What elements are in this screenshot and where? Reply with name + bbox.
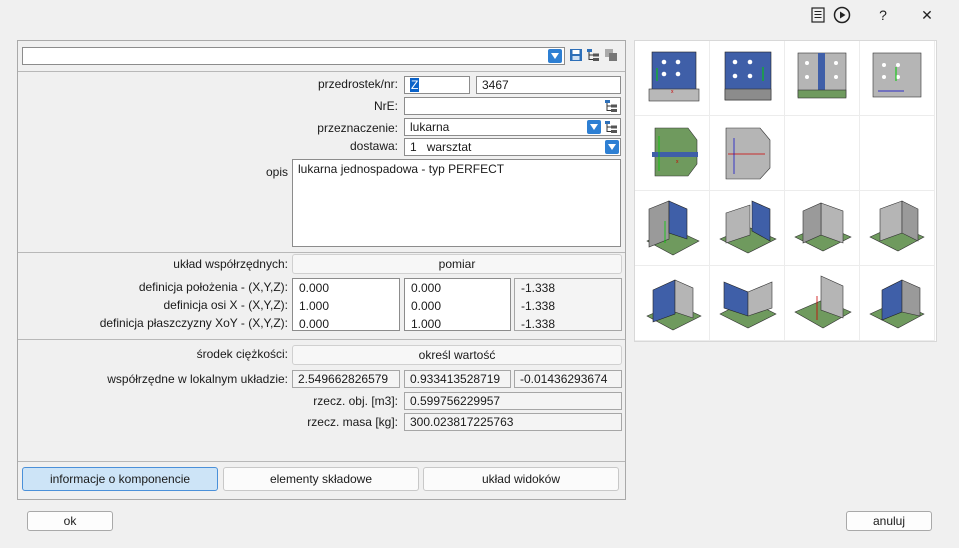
thumb-iso-view-3[interactable]: [785, 191, 860, 266]
local-coords-label: współrzędne w lokalnym układzie:: [107, 372, 288, 386]
volume-label: rzecz. obj. [m3]:: [313, 394, 398, 408]
weight-label: rzecz. masa [kg]:: [307, 415, 398, 429]
delivery-number: 1: [410, 140, 417, 154]
pos-z-value: -1.338: [521, 281, 556, 295]
purpose-tree-icon[interactable]: [604, 120, 618, 134]
thumb-top-view-2[interactable]: [710, 116, 785, 191]
plane-z-value: -1.338: [521, 317, 556, 331]
purpose-label: przeznaczenie:: [317, 121, 398, 135]
ok-button[interactable]: ok: [27, 511, 113, 531]
tree-structure-icon[interactable]: [586, 48, 600, 62]
pos-y-value: 0.000: [411, 281, 442, 295]
thumb-top-view-1[interactable]: x: [635, 116, 710, 191]
combo-dropdown-icon[interactable]: [548, 49, 562, 63]
volume-value: 0.599756229957: [404, 392, 622, 410]
local-x-value: 2.549662826579: [292, 370, 400, 388]
delivery-select[interactable]: 1 warsztat: [404, 138, 621, 156]
local-y-value: 0.933413528719: [404, 370, 511, 388]
local-z-value: -0.01436293674: [514, 370, 622, 388]
thumb-iso-view-4[interactable]: [860, 191, 935, 266]
tab-view-layout[interactable]: układ widoków: [423, 467, 619, 491]
nre-label: NrE:: [374, 99, 398, 113]
plane-x-value: 0.000: [299, 317, 330, 331]
description-textarea[interactable]: lukarna jednospadowa - typ PERFECT: [292, 159, 621, 247]
thumb-iso-view-7[interactable]: [785, 266, 860, 341]
prefix-label: przedrostek/nr:: [317, 77, 398, 91]
thumb-iso-view-8[interactable]: [860, 266, 935, 341]
delivery-value: warsztat: [426, 140, 472, 154]
thumb-iso-view-1[interactable]: [635, 191, 710, 266]
axis-x-value: 1.000: [299, 299, 330, 313]
thumb-empty-2: [860, 116, 935, 191]
coord-y-column[interactable]: 0.000 0.000 1.000: [404, 278, 511, 331]
position-def-label: definicja położenia - (X,Y,Z):: [138, 280, 288, 294]
play-icon[interactable]: [830, 4, 854, 26]
component-combo[interactable]: [22, 47, 565, 65]
prefix-input[interactable]: Z: [404, 76, 470, 94]
thumb-side-view-2[interactable]: [860, 41, 935, 116]
pos-x-value: 0.000: [299, 281, 330, 295]
cancel-button[interactable]: anuluj: [846, 511, 932, 531]
delivery-dropdown-icon[interactable]: [605, 140, 619, 154]
view-thumbnails: x x: [634, 40, 937, 342]
tab-component-info[interactable]: informacje o komponencie: [22, 467, 218, 491]
axis-y-value: 0.000: [411, 299, 442, 313]
save-icon[interactable]: [569, 48, 583, 62]
thumb-iso-view-5[interactable]: [635, 266, 710, 341]
thumb-iso-view-2[interactable]: [710, 191, 785, 266]
thumb-side-view-1[interactable]: [785, 41, 860, 116]
list-view-icon[interactable]: [806, 4, 830, 26]
purpose-dropdown-icon[interactable]: [587, 120, 601, 134]
delivery-label: dostawa:: [349, 139, 398, 153]
number-input[interactable]: 3467: [476, 76, 621, 94]
measure-button[interactable]: pomiar: [292, 254, 622, 274]
help-button[interactable]: ?: [871, 4, 895, 26]
nre-tree-icon[interactable]: [604, 99, 618, 113]
description-label: opis: [265, 165, 288, 179]
determine-value-button[interactable]: określ wartość: [292, 345, 622, 365]
coord-system-label: układ współrzędnych:: [173, 257, 288, 271]
close-button[interactable]: ✕: [915, 4, 939, 26]
tab-subelements[interactable]: elementy składowe: [223, 467, 419, 491]
thumb-iso-view-6[interactable]: [710, 266, 785, 341]
weight-value: 300.023817225763: [404, 413, 622, 431]
component-info-panel: przedrostek/nr: Z 3467 NrE: przeznaczeni…: [17, 40, 626, 500]
prefix-value: Z: [410, 78, 420, 92]
x-axis-def-label: definicja osi X - (X,Y,Z):: [163, 298, 289, 312]
tree-copy-icon[interactable]: [604, 48, 618, 62]
coord-z-column[interactable]: -1.338 -1.338 -1.338: [514, 278, 622, 331]
nre-input[interactable]: [404, 97, 621, 115]
thumb-empty-1: [785, 116, 860, 191]
plane-y-value: 1.000: [411, 317, 442, 331]
xoy-plane-def-label: definicja płaszczyzny XoY - (X,Y,Z):: [99, 316, 288, 330]
thumb-front-view-1[interactable]: x: [635, 41, 710, 116]
coord-x-column[interactable]: 0.000 1.000 0.000: [292, 278, 400, 331]
center-of-gravity-label: środek ciężkości:: [196, 347, 288, 361]
axis-z-value: -1.338: [521, 299, 556, 313]
thumb-front-view-2[interactable]: [710, 41, 785, 116]
